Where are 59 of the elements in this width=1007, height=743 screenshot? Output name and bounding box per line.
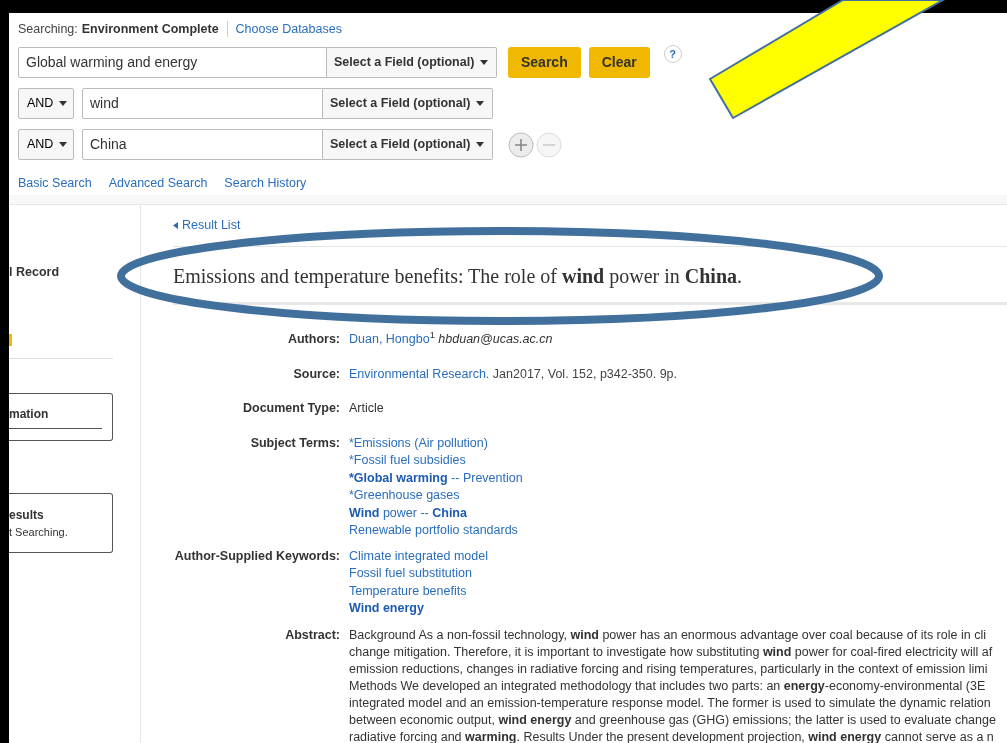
field-label: Author-Supplied Keywords: <box>173 547 341 565</box>
abstract-line: radiative forcing and warming. Results Under the present development projection, wind energy cannot serve as a n <box>349 728 995 743</box>
abstract-line: integrated model and an emission-temperature response model. The former is used to simulate the dynamic relation <box>349 694 992 712</box>
clear-button[interactable]: Clear <box>588 47 650 78</box>
term-link[interactable]: *Greenhouse gases <box>349 487 523 505</box>
field-select[interactable]: Select a Field (optional) <box>327 47 497 78</box>
search-nav-link[interactable]: Search History <box>224 174 307 193</box>
sidebar-heading[interactable]: l Record <box>9 263 113 282</box>
field-label: Authors: <box>286 331 341 348</box>
abstract-line: emission reductions, changes in radiative forcing and rising temperatures, particularly in the context of emission limi <box>349 660 989 678</box>
field-label: Source: <box>292 365 341 383</box>
caret-icon <box>59 142 68 147</box>
search-nav-link[interactable]: Basic Search <box>18 174 92 193</box>
search-field[interactable]: wind <box>82 88 323 119</box>
caret-icon <box>476 142 485 147</box>
abstract-line: change mitigation. Therefore, it is important to investigate how substituting wind power for coal-fired electricity will af <box>349 643 994 661</box>
searching-label: Searching: <box>18 20 78 38</box>
term-link[interactable]: Wind power -- China <box>349 504 523 522</box>
author-email: hbduan@ucas.ac.cn <box>438 332 553 346</box>
search-nav-link[interactable]: Advanced Search <box>108 174 208 193</box>
result-list-link[interactable]: Result List <box>173 216 241 235</box>
search-field[interactable]: Global warming and energy <box>18 47 327 78</box>
panel-text: t Searching. <box>9 524 69 540</box>
term-link[interactable]: *Global warming -- Prevention <box>349 469 523 487</box>
field-label: Abstract: <box>284 626 341 644</box>
source-details: Jan2017, Vol. 152, p342-350. 9p. <box>492 366 678 381</box>
abstract-line: Methods We developed an integrated methodology that includes two parts: an energy-economy-environmental (3E <box>349 677 987 695</box>
marker-icon <box>9 333 12 346</box>
term-link[interactable]: Wind energy <box>349 600 488 618</box>
source-link[interactable]: Environmental Research. <box>349 366 490 381</box>
caret-icon <box>59 101 68 106</box>
term-link[interactable]: Fossil fuel substitution <box>349 565 488 583</box>
field-select[interactable]: Select a Field (optional) <box>323 88 493 119</box>
field-label: Subject Terms: <box>249 434 341 452</box>
affiliation-mark: 1 <box>429 330 435 341</box>
operator-dropdown[interactable]: AND <box>18 88 74 119</box>
term-link[interactable]: Climate integrated model <box>349 547 488 565</box>
operator-dropdown[interactable]: AND <box>18 129 74 160</box>
caret-icon <box>480 60 489 65</box>
add-row-icon[interactable] <box>508 131 534 158</box>
panel-title[interactable]: mation <box>9 404 102 429</box>
term-link[interactable]: Renewable portfolio standards <box>349 522 523 540</box>
record-title: Emissions and temperature benefits: The role of wind power in China. <box>173 247 1007 305</box>
author-link[interactable]: Duan, Hongbo <box>349 332 430 346</box>
abstract-line: Background As a non-fossil technology, wind power has an enormous advantage over coal because of its role in cli <box>349 626 987 644</box>
term-link[interactable]: *Emissions (Air pollution) <box>349 434 523 452</box>
search-field[interactable]: China <box>82 129 323 160</box>
term-link[interactable]: Temperature benefits <box>349 582 488 600</box>
field-label: Document Type: <box>242 400 341 417</box>
database-name: Environment Complete <box>81 20 219 38</box>
abstract-line: between economic output, wind energy and greenhouse gas (GHG) emissions; the latter is used to evaluate change <box>349 711 996 729</box>
choose-databases-link[interactable]: Choose Databases <box>235 19 342 39</box>
back-arrow-icon <box>173 222 178 229</box>
field-value: Article <box>349 400 384 417</box>
search-button[interactable]: Search <box>508 47 581 78</box>
term-link[interactable]: *Fossil fuel subsidies <box>349 452 523 470</box>
caret-icon <box>476 101 485 106</box>
panel-title[interactable]: esults <box>9 505 112 524</box>
field-select[interactable]: Select a Field (optional) <box>323 129 493 160</box>
